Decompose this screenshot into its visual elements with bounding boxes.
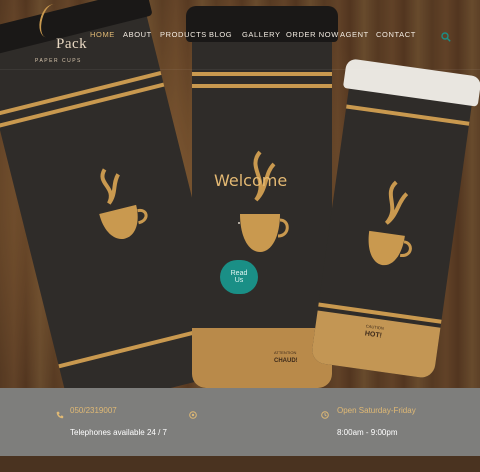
cup-print-text: ATTENTION	[274, 350, 297, 355]
navbar: Pack PAPER CUPS HOME ABOUT PRODUCTS BLOG…	[0, 0, 480, 70]
contact-info-bar: 050/2319007 Telephones available 24 / 7 …	[0, 388, 480, 456]
nav-item-contact[interactable]: CONTACT	[376, 30, 416, 39]
opening-days: Open Saturday-Friday	[337, 406, 416, 415]
opening-hours: 8:00am - 9:00pm	[337, 428, 398, 437]
nav-item-blog[interactable]: BLOG	[209, 30, 232, 39]
clock-icon	[321, 406, 329, 419]
brand-name[interactable]: Pack	[56, 36, 87, 53]
nav-item-about[interactable]: ABOUT	[123, 30, 152, 39]
search-icon[interactable]	[441, 29, 451, 42]
location-icon	[189, 406, 197, 419]
phone-availability: Telephones available 24 / 7	[70, 428, 167, 437]
coffee-cup-image-center: ATTENTION CHAUD!	[186, 6, 338, 388]
nav-item-order-now[interactable]: ORDER NOW	[286, 30, 339, 39]
nav-item-home[interactable]: HOME	[90, 30, 115, 39]
read-us-button[interactable]: Read Us	[220, 260, 258, 294]
cup-print-text: CHAUD!	[274, 358, 298, 364]
footer-strip	[0, 456, 480, 472]
navbar-divider	[0, 69, 480, 70]
phone-number[interactable]: 050/2319007	[70, 406, 117, 415]
phone-icon	[56, 406, 64, 419]
hero-heading: Welcome	[214, 171, 288, 190]
hero-dot	[238, 222, 240, 224]
nav-item-agent[interactable]: AGENT	[340, 30, 369, 39]
brand-tagline: PAPER CUPS	[35, 58, 82, 64]
nav-item-products[interactable]: PRODUCTS	[160, 30, 207, 39]
nav-item-gallery[interactable]: GALLERY	[242, 30, 281, 39]
brand-logo-icon	[35, 1, 65, 41]
